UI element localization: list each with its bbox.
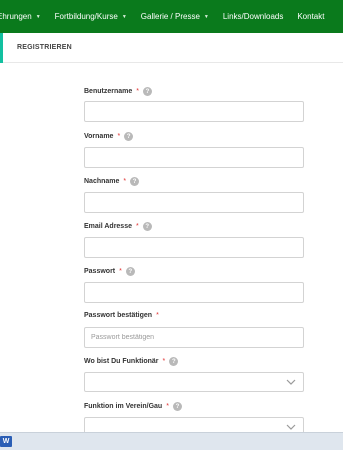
required-marker: * <box>156 312 159 319</box>
field-label: Wo bist Du Funktionär <box>84 358 159 365</box>
main-nav: Ehrungen ▼ Fortbildung/Kurse ▼ Gallerie … <box>0 0 343 33</box>
nav-item-label: Links/Downloads <box>222 12 284 21</box>
password-confirm-input[interactable] <box>84 327 304 348</box>
password-input[interactable] <box>84 282 304 303</box>
password-label-row: Passwort * ? <box>84 267 135 276</box>
required-marker: * <box>162 358 166 365</box>
help-icon[interactable]: ? <box>124 132 134 141</box>
chevron-down-icon <box>286 424 296 430</box>
function-club-label-row: Funktion im Verein/Gau * ? <box>84 402 182 411</box>
chevron-down-icon <box>286 379 296 385</box>
firstname-label-row: Vorname * ? <box>84 132 134 141</box>
required-marker: * <box>117 133 121 140</box>
help-icon[interactable]: ? <box>142 87 152 96</box>
required-marker: * <box>136 223 139 230</box>
help-icon[interactable]: ? <box>172 402 182 411</box>
firstname-input[interactable] <box>84 147 304 168</box>
help-icon[interactable]: ? <box>130 177 140 186</box>
nav-item-label: Gallerie / Presse <box>140 12 200 21</box>
field-label: Passwort bestätigen <box>84 312 153 319</box>
field-label: Vorname <box>84 133 114 140</box>
word-app-icon[interactable]: W <box>0 436 12 447</box>
password-confirm-label-row: Passwort bestätigen * <box>84 312 159 319</box>
help-icon[interactable]: ? <box>125 267 135 276</box>
nav-item-label: Kontakt <box>297 12 325 21</box>
nav-item-kontakt[interactable]: Kontakt <box>297 12 324 21</box>
field-label: Email Adresse <box>84 223 132 230</box>
lastname-input[interactable] <box>84 192 304 213</box>
taskbar: W <box>0 432 343 450</box>
field-label: Nachname <box>84 178 120 185</box>
nav-item-label: Fortbildung/Kurse <box>54 12 118 21</box>
chevron-down-icon: ▼ <box>121 13 127 20</box>
required-marker: * <box>166 403 169 410</box>
nav-item-ehrungen[interactable]: Ehrungen ▼ <box>0 12 41 21</box>
nav-item-label: Ehrungen <box>0 12 32 21</box>
function-where-label-row: Wo bist Du Funktionär * ? <box>84 357 179 366</box>
lastname-label-row: Nachname * ? <box>84 177 140 186</box>
page-title: REGISTRIEREN <box>17 44 72 51</box>
username-label-row: Benutzername * ? <box>84 87 152 96</box>
help-icon[interactable]: ? <box>142 222 152 231</box>
required-marker: * <box>119 268 122 275</box>
field-label: Passwort <box>84 268 116 275</box>
nav-item-links-downloads[interactable]: Links/Downloads <box>223 12 283 21</box>
function-where-select[interactable] <box>84 372 304 392</box>
required-marker: * <box>136 88 139 95</box>
header-accent-bar <box>0 33 3 63</box>
chevron-down-icon: ▼ <box>35 13 41 20</box>
field-label: Benutzername <box>84 88 133 95</box>
nav-item-fortbildung[interactable]: Fortbildung/Kurse ▼ <box>55 12 127 21</box>
page-header: REGISTRIEREN <box>0 33 343 63</box>
nav-item-gallerie[interactable]: Gallerie / Presse ▼ <box>141 12 209 21</box>
email-input[interactable] <box>84 237 304 258</box>
chevron-down-icon: ▼ <box>203 13 209 20</box>
field-label: Funktion im Verein/Gau <box>84 403 163 410</box>
help-icon[interactable]: ? <box>169 357 179 366</box>
email-label-row: Email Adresse * ? <box>84 222 152 231</box>
required-marker: * <box>123 178 127 185</box>
username-input[interactable] <box>84 101 304 122</box>
